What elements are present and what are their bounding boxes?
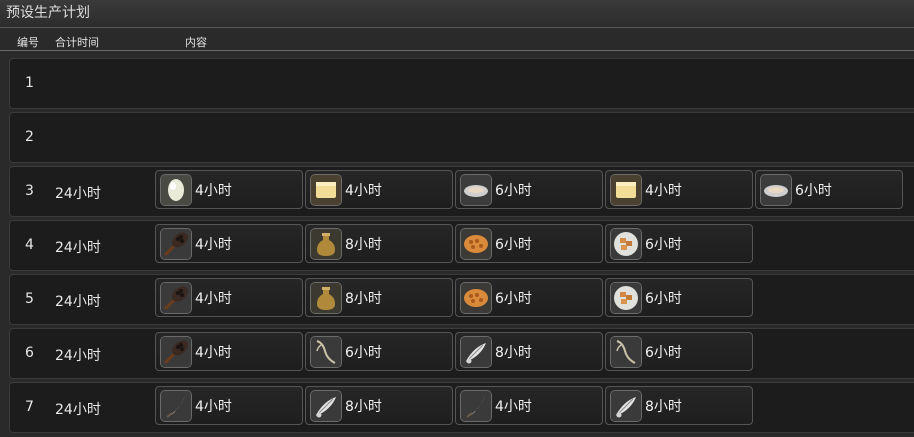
header-number: 编号 bbox=[17, 36, 39, 49]
fang-icon bbox=[460, 390, 492, 422]
plan-total-time: 24小时 bbox=[55, 240, 101, 256]
plan-total-time: 24小时 bbox=[55, 186, 101, 202]
plan-item-duration: 6小时 bbox=[645, 291, 682, 307]
plan-number: 4 bbox=[25, 237, 34, 253]
plan-number: 1 bbox=[25, 75, 34, 91]
waffle-icon bbox=[460, 282, 492, 314]
header-total-time: 合计时间 bbox=[55, 36, 99, 49]
plan-item[interactable]: 8小时 bbox=[305, 278, 453, 317]
plan-row[interactable]: 3 24小时 4小时 4小时 6小时 4小时 6小时 bbox=[9, 166, 914, 217]
plan-row[interactable]: 1 bbox=[9, 58, 914, 109]
cheese-icon bbox=[310, 174, 342, 206]
plan-item[interactable]: 4小时 bbox=[605, 170, 753, 209]
plan-item[interactable]: 4小时 bbox=[155, 278, 303, 317]
plan-total-time: 24小时 bbox=[55, 294, 101, 310]
oil-jar-icon bbox=[310, 282, 342, 314]
cheese-icon bbox=[610, 174, 642, 206]
table-header: 编号 合计时间 内容 bbox=[0, 28, 914, 51]
plan-item[interactable]: 6小时 bbox=[455, 170, 603, 209]
plan-row[interactable]: 4 24小时 4小时 8小时 6小时 6小时 bbox=[9, 220, 914, 271]
plan-number: 7 bbox=[25, 399, 34, 415]
plan-item-duration: 6小时 bbox=[645, 345, 682, 361]
plan-item[interactable]: 6小时 bbox=[455, 278, 603, 317]
plan-item[interactable]: 6小时 bbox=[455, 224, 603, 263]
plan-item[interactable]: 4小时 bbox=[155, 170, 303, 209]
branch-icon bbox=[310, 336, 342, 368]
plan-item-duration: 4小时 bbox=[195, 237, 232, 253]
plan-item-duration: 4小时 bbox=[195, 183, 232, 199]
plan-number: 5 bbox=[25, 291, 34, 307]
waffle-icon bbox=[460, 228, 492, 260]
feather-icon bbox=[310, 390, 342, 422]
plan-total-time: 24小时 bbox=[55, 348, 101, 364]
plan-number: 3 bbox=[25, 183, 34, 199]
plan-item[interactable]: 6小时 bbox=[605, 224, 753, 263]
egg-icon bbox=[160, 174, 192, 206]
plan-item-duration: 4小时 bbox=[195, 291, 232, 307]
plan-item-duration: 6小时 bbox=[645, 237, 682, 253]
plan-number: 2 bbox=[25, 129, 34, 145]
plan-item-duration: 8小时 bbox=[345, 237, 382, 253]
plan-item[interactable]: 6小时 bbox=[605, 332, 753, 371]
plan-item[interactable]: 8小时 bbox=[305, 386, 453, 425]
fang-icon bbox=[160, 390, 192, 422]
plan-row[interactable]: 2 bbox=[9, 112, 914, 163]
header-content: 内容 bbox=[185, 36, 207, 49]
plan-item[interactable]: 4小时 bbox=[305, 170, 453, 209]
plan-item-duration: 6小时 bbox=[795, 183, 832, 199]
plan-number: 6 bbox=[25, 345, 34, 361]
plan-item-duration: 6小时 bbox=[345, 345, 382, 361]
plan-row[interactable]: 6 24小时 4小时 6小时 8小时 6小时 bbox=[9, 328, 914, 379]
plan-item-duration: 4小时 bbox=[195, 345, 232, 361]
plan-item[interactable]: 4小时 bbox=[155, 224, 303, 263]
plan-item-duration: 4小时 bbox=[645, 183, 682, 199]
plan-item[interactable]: 4小时 bbox=[455, 386, 603, 425]
plan-total-time: 24小时 bbox=[55, 402, 101, 418]
plan-item-duration: 4小时 bbox=[345, 183, 382, 199]
dish-icon bbox=[460, 174, 492, 206]
production-plan-window: 预设生产计划 编号 合计时间 内容 1 2 3 24小时 4小时 4小时 6小时 4小时 6小时… bbox=[0, 0, 914, 437]
plan-item-duration: 4小时 bbox=[495, 399, 532, 415]
window-title: 预设生产计划 bbox=[0, 0, 914, 28]
plan-item[interactable]: 8小时 bbox=[305, 224, 453, 263]
feather-icon bbox=[610, 390, 642, 422]
plan-item[interactable]: 6小时 bbox=[755, 170, 903, 209]
beans-icon bbox=[160, 228, 192, 260]
branch-icon bbox=[610, 336, 642, 368]
plan-item-duration: 8小时 bbox=[345, 399, 382, 415]
plan-item[interactable]: 4小时 bbox=[155, 332, 303, 371]
plan-item-duration: 4小时 bbox=[195, 399, 232, 415]
plan-row[interactable]: 5 24小时 4小时 8小时 6小时 6小时 bbox=[9, 274, 914, 325]
beans-icon bbox=[160, 336, 192, 368]
plan-item-duration: 8小时 bbox=[345, 291, 382, 307]
plan-item-duration: 8小时 bbox=[495, 345, 532, 361]
beans-icon bbox=[160, 282, 192, 314]
plan-item[interactable]: 6小时 bbox=[605, 278, 753, 317]
plan-item[interactable]: 6小时 bbox=[305, 332, 453, 371]
feather-icon bbox=[460, 336, 492, 368]
plan-item[interactable]: 8小时 bbox=[455, 332, 603, 371]
plan-item-duration: 6小时 bbox=[495, 291, 532, 307]
dish-icon bbox=[760, 174, 792, 206]
pastry-plate-icon bbox=[610, 228, 642, 260]
plan-row[interactable]: 7 24小时 4小时 8小时 4小时 8小时 bbox=[9, 382, 914, 433]
plan-item[interactable]: 8小时 bbox=[605, 386, 753, 425]
plan-item-duration: 6小时 bbox=[495, 237, 532, 253]
plan-item-duration: 8小时 bbox=[645, 399, 682, 415]
plan-item[interactable]: 4小时 bbox=[155, 386, 303, 425]
oil-jar-icon bbox=[310, 228, 342, 260]
pastry-plate-icon bbox=[610, 282, 642, 314]
plan-item-duration: 6小时 bbox=[495, 183, 532, 199]
